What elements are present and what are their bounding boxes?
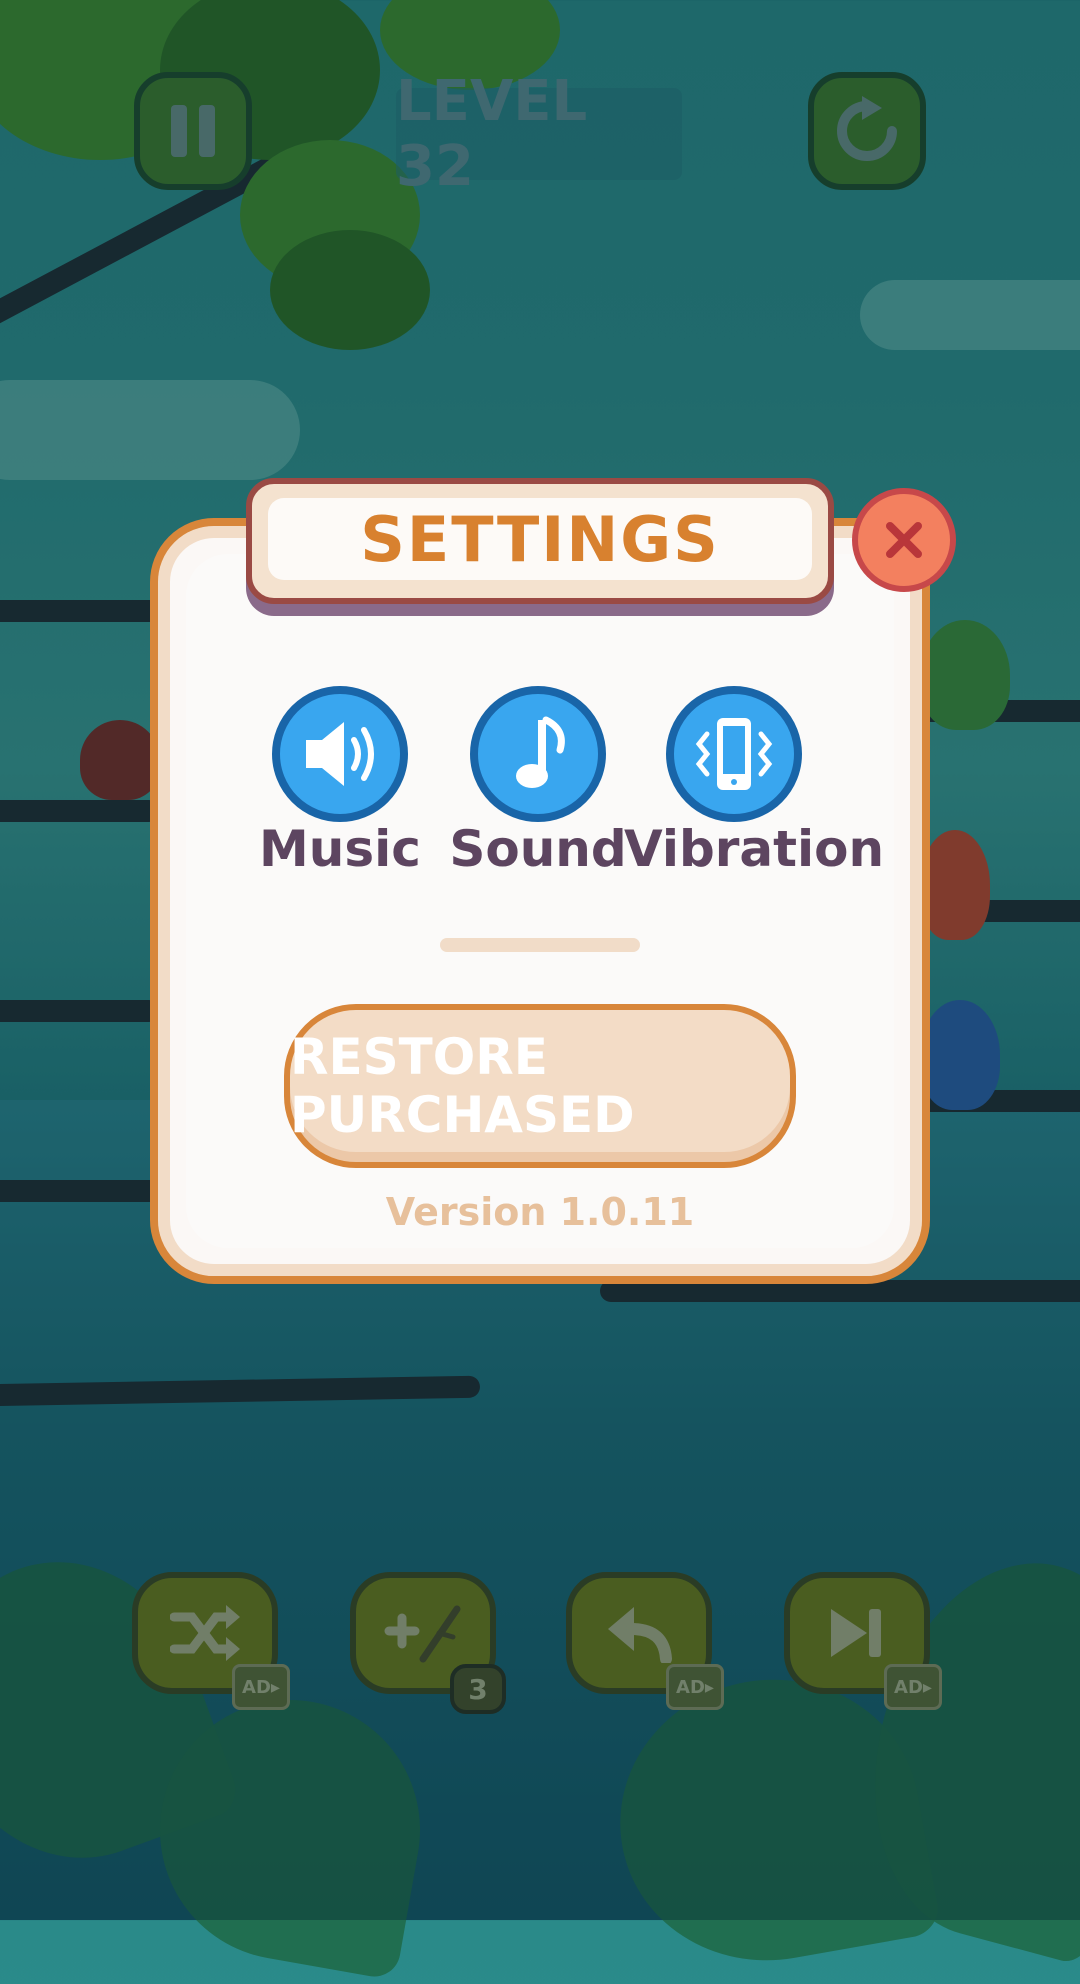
sound-label: Sound <box>449 820 627 878</box>
music-label: Music <box>259 820 421 878</box>
speaker-icon <box>306 722 374 786</box>
music-note-icon <box>516 716 565 788</box>
settings-title-plate: SETTINGS <box>246 478 834 604</box>
divider <box>440 938 640 952</box>
restore-purchased-button[interactable]: RESTORE PURCHASED <box>284 1004 796 1168</box>
sound-toggle[interactable] <box>470 686 606 822</box>
settings-dialog <box>150 518 930 1284</box>
vibration-label: Vibration <box>624 820 885 878</box>
phone-vibration-icon <box>695 718 773 790</box>
close-button[interactable] <box>852 488 956 592</box>
restore-purchased-label: RESTORE PURCHASED <box>290 1028 635 1144</box>
version-text: Version 1.0.11 <box>385 1190 695 1234</box>
close-icon <box>886 522 922 558</box>
music-toggle[interactable] <box>272 686 408 822</box>
vibration-toggle[interactable] <box>666 686 802 822</box>
settings-title: SETTINGS <box>360 502 720 576</box>
